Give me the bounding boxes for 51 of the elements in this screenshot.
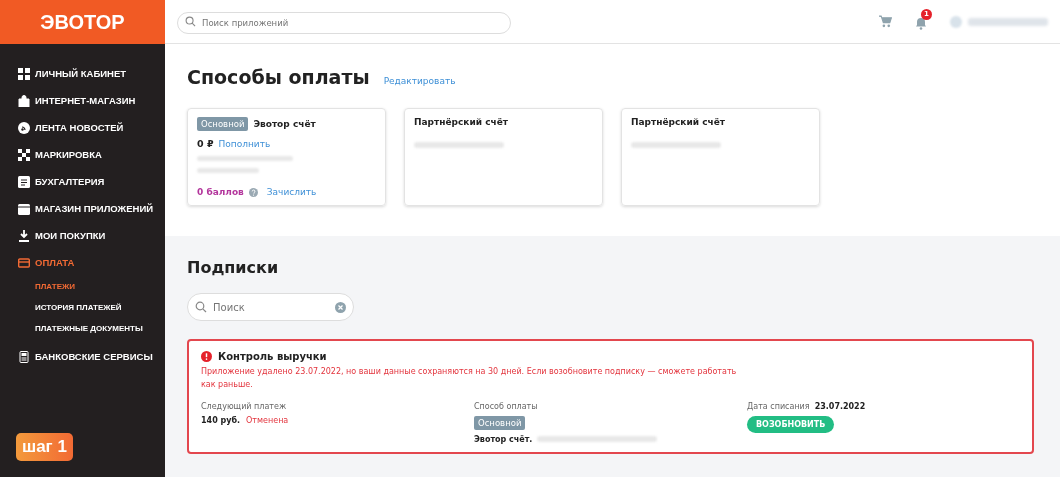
- step-badge: шаг 1: [16, 433, 73, 461]
- sidebar-item[interactable]: ОПЛАТА: [18, 249, 165, 276]
- page-title: Способы оплаты: [187, 66, 370, 88]
- date: 23.07.2022: [814, 401, 866, 411]
- document-icon: [18, 175, 30, 188]
- search-field[interactable]: Поиск: [187, 293, 354, 321]
- sidebar-subitem[interactable]: ПЛАТЕЖИ: [18, 276, 165, 297]
- sidebar-item[interactable]: ЛЕНТА НОВОСТЕЙ: [18, 114, 165, 141]
- points: 0 баллов: [197, 187, 244, 197]
- store-icon: [18, 202, 30, 215]
- account-name: Эвотор счёт: [253, 119, 316, 129]
- download-icon: [18, 229, 30, 242]
- amount: 140 руб.: [201, 415, 241, 425]
- grid-icon: [18, 67, 30, 80]
- sidebar-item[interactable]: ЛИЧНЫЙ КАБИНЕТ: [18, 60, 165, 87]
- field-label: Дата списания: [747, 401, 810, 411]
- cart-icon[interactable]: [879, 15, 892, 28]
- tag: Основной: [197, 117, 249, 131]
- sidebar-item[interactable]: МАРКИРОВКА: [18, 141, 165, 168]
- card-icon: [18, 256, 30, 269]
- sidebar-item[interactable]: МОИ ПОКУПКИ: [18, 222, 165, 249]
- avatar[interactable]: [950, 15, 962, 28]
- checker-icon: [18, 148, 30, 161]
- account-name: Партнёрский счёт: [414, 117, 509, 127]
- sidebar-item[interactable]: БУХГАЛТЕРИЯ: [18, 168, 165, 195]
- rss-icon: [18, 121, 30, 134]
- clear-icon[interactable]: [335, 301, 346, 313]
- bag-icon: [18, 94, 30, 107]
- credit-link[interactable]: Зачислить: [266, 187, 317, 197]
- bell-icon[interactable]: [914, 15, 928, 30]
- account-name: Партнёрский счёт: [631, 117, 726, 127]
- help-icon[interactable]: [248, 187, 258, 197]
- sidebar-item[interactable]: БАНКОВСКИЕ СЕРВИСЫ: [18, 343, 165, 370]
- status-text: Отменена: [246, 415, 289, 425]
- subscription-title: Контроль выручки: [218, 351, 327, 362]
- sidebar-item[interactable]: ИНТЕРНЕТ-МАГАЗИН: [18, 87, 165, 114]
- section-title: Подписки: [187, 258, 280, 277]
- warning-text: Приложение удалено 23.07.2022, но ваши данные сохраняются на 30 дней. Если возобновите подписку — сможете работать как раньше.: [201, 366, 738, 391]
- field-label: Способ оплаты: [474, 401, 538, 411]
- sidebar-subitem[interactable]: ИСТОРИЯ ПЛАТЕЖЕЙ: [18, 297, 165, 318]
- field-label: Следующий платеж: [201, 401, 287, 411]
- sidebar-subitem[interactable]: ПЛАТЕЖНЫЕ ДОКУМЕНТЫ: [18, 318, 165, 339]
- alert-icon: [201, 351, 212, 362]
- balance: 0 ₽: [197, 138, 214, 149]
- sidebar-item[interactable]: МАГАЗИН ПРИЛОЖЕНИЙ: [18, 195, 165, 222]
- account-name: Эвотор счёт.: [474, 434, 533, 444]
- edit-link[interactable]: Редактировать: [383, 76, 456, 86]
- tag: Основной: [474, 415, 526, 430]
- search-field[interactable]: Поиск приложений: [177, 11, 511, 34]
- terminal-icon: [18, 350, 30, 363]
- top-up-link[interactable]: Пополнить: [218, 138, 271, 149]
